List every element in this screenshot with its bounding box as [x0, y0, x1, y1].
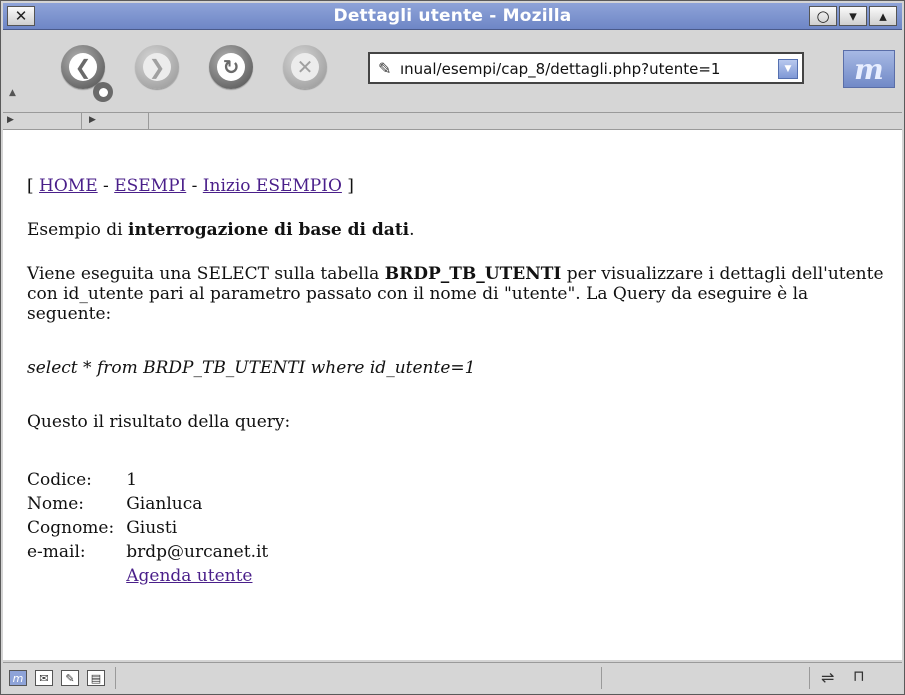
- intro-text: Esempio di interrogazione di base di dat…: [27, 220, 887, 240]
- mozilla-logo[interactable]: m: [843, 50, 895, 88]
- toolbar-grip-icon[interactable]: ▲: [9, 88, 16, 98]
- field-label: Nome:: [27, 494, 85, 514]
- description-text: Viene eseguita una SELECT sulla tabella …: [27, 264, 887, 324]
- agenda-utente-link[interactable]: Agenda utente: [126, 566, 252, 586]
- back-history-dropdown-icon[interactable]: [93, 82, 113, 102]
- mail-icon[interactable]: ✉: [35, 670, 53, 686]
- description-prefix: Viene eseguita una SELECT sulla tabella: [27, 264, 385, 284]
- security-lock-icon[interactable]: ⊓: [853, 667, 865, 685]
- query-text: select * from BRDP_TB_UTENTI where id_ut…: [27, 358, 476, 378]
- page-content: [ HOME - ESEMPI - Inizio ESEMPIO ] Esemp…: [3, 130, 902, 660]
- page-proxy-icon[interactable]: ✎: [378, 59, 391, 78]
- addressbook-icon[interactable]: ▤: [87, 670, 105, 686]
- breadcrumb-open: [: [27, 176, 40, 196]
- table-row: Nome: Gianluca: [21, 492, 274, 516]
- restore-button[interactable]: ○: [809, 6, 837, 26]
- field-value: 1: [126, 470, 138, 490]
- expand-toolbar-icon[interactable]: ▶: [7, 115, 14, 125]
- table-row: Cognome: Giusti: [21, 516, 274, 540]
- collapse-bar: ▶ ▶: [3, 113, 902, 130]
- divider: [148, 113, 149, 129]
- field-value: brdp@urcanet.it: [126, 542, 269, 562]
- breadcrumb-separator: -: [97, 176, 115, 196]
- navigation-toolbar: ▲ ❮ ❯ ↻ ✕ ✎ ınual/esempi/cap_8/dettagli.…: [3, 30, 902, 113]
- back-arrow-icon: ❮: [69, 53, 97, 81]
- window-menu-button[interactable]: ▾: [839, 6, 867, 26]
- url-input[interactable]: ınual/esempi/cap_8/dettagli.php?utente=1: [400, 60, 768, 78]
- field-value: Giusti: [126, 518, 178, 538]
- intro-bold: interrogazione di base di dati: [128, 220, 410, 240]
- home-link[interactable]: HOME: [39, 176, 98, 196]
- esempi-link[interactable]: ESEMPI: [114, 176, 186, 196]
- expand-personal-toolbar-icon[interactable]: ▶: [89, 115, 96, 125]
- field-label: [21, 564, 120, 588]
- window-title: Dettagli utente - Mozilla: [333, 6, 572, 26]
- stop-icon: ✕: [291, 53, 319, 81]
- online-status-icon[interactable]: ⇌: [821, 668, 834, 687]
- browser-window: ✕ Dettagli utente - Mozilla ○ ▾ ▴ ▲ ❮ ❯ …: [0, 0, 905, 695]
- field-value: Agenda utente: [120, 564, 274, 588]
- field-label: e-mail:: [27, 542, 86, 562]
- reload-button[interactable]: ↻: [209, 45, 253, 89]
- inizio-esempio-link[interactable]: Inizio ESEMPIO: [203, 176, 342, 196]
- forward-button[interactable]: ❯: [135, 45, 179, 89]
- breadcrumb-close: ]: [341, 176, 354, 196]
- breadcrumb-separator: -: [186, 176, 203, 196]
- url-bar[interactable]: ✎ ınual/esempi/cap_8/dettagli.php?utente…: [368, 52, 804, 84]
- mozilla-navigator-icon[interactable]: m: [9, 670, 27, 686]
- field-label: Cognome:: [27, 518, 115, 538]
- divider: [81, 113, 82, 129]
- forward-arrow-icon: ❯: [143, 53, 171, 81]
- field-label: Codice:: [27, 470, 92, 490]
- maximize-button[interactable]: ▴: [869, 6, 897, 26]
- table-row: Codice: 1: [21, 468, 274, 492]
- intro-suffix: .: [409, 220, 415, 240]
- url-history-dropdown-icon[interactable]: ▼: [778, 59, 798, 79]
- reload-icon: ↻: [217, 53, 245, 81]
- result-table: Codice: 1 Nome: Gianluca Cognome: Giusti…: [21, 468, 274, 588]
- divider: [115, 667, 116, 689]
- table-name: BRDP_TB_UTENTI: [384, 264, 562, 284]
- result-label: Questo il risultato della query:: [27, 412, 291, 432]
- divider: [601, 667, 602, 689]
- table-row: e-mail: brdp@urcanet.it: [21, 540, 274, 564]
- title-bar: ✕ Dettagli utente - Mozilla ○ ▾ ▴: [3, 3, 902, 30]
- field-value: Gianluca: [126, 494, 203, 514]
- breadcrumb: [ HOME - ESEMPI - Inizio ESEMPIO ]: [27, 176, 887, 196]
- status-bar: m ✉ ✎ ▤ ⇌ ⊓: [3, 662, 902, 693]
- composer-icon[interactable]: ✎: [61, 670, 79, 686]
- table-row: Agenda utente: [21, 564, 274, 588]
- stop-button[interactable]: ✕: [283, 45, 327, 89]
- intro-prefix: Esempio di: [27, 220, 128, 240]
- divider: [809, 667, 810, 689]
